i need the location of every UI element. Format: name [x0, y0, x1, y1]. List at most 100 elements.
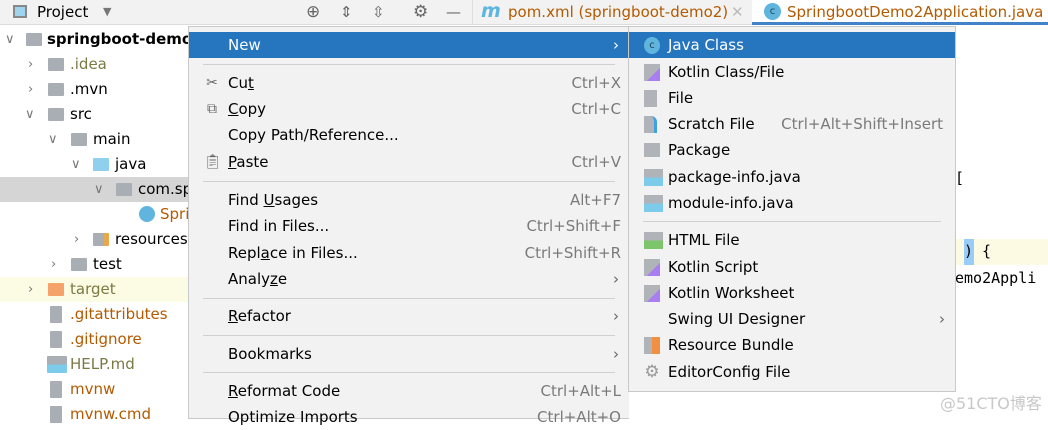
menu-label: Kotlin Script — [668, 258, 759, 276]
package-icon — [644, 143, 660, 157]
submenu-item-package[interactable]: Package — [629, 137, 955, 163]
menu-item-optimize-imports[interactable]: Optimize Imports Ctrl+Alt+O — [189, 404, 629, 430]
tree-item[interactable]: ∨ com.sp — [0, 177, 200, 202]
separator — [203, 335, 615, 336]
submenu-item-resource-bundle[interactable]: Resource Bundle — [629, 332, 955, 358]
html-file-icon — [644, 232, 663, 249]
tree-item[interactable]: mvnw — [0, 377, 200, 402]
submenu-item-kotlin-script[interactable]: Kotlin Script — [629, 254, 955, 280]
tree-label: resources — [115, 230, 188, 248]
submenu-item-package-info[interactable]: package-info.java — [629, 164, 955, 190]
submenu-item-kotlin-class[interactable]: Kotlin Class/File — [629, 59, 955, 85]
project-view-label[interactable]: Project — [37, 2, 88, 22]
menu-item-paste[interactable]: 📋︎ Paste Ctrl+V — [189, 149, 629, 175]
tree-item[interactable]: ∨ springboot-demo2 — [0, 27, 203, 52]
submenu-item-java-class[interactable]: c Java Class — [629, 32, 955, 58]
separator — [643, 221, 941, 222]
expand-all-icon[interactable]: ⇕ — [340, 2, 353, 22]
menu-item-bookmarks[interactable]: Bookmarks › — [189, 341, 629, 367]
tab-application[interactable]: c SpringbootDemo2Application.java — [752, 0, 1048, 25]
shortcut: Ctrl+Alt+O — [537, 408, 621, 426]
submenu-item-module-info[interactable]: module-info.java — [629, 190, 955, 216]
ignore-file-icon — [50, 331, 62, 348]
menu-item-find-in-files[interactable]: Find in Files... Ctrl+Shift+F — [189, 213, 629, 239]
tab-pom[interactable]: m pom.xml (springboot-demo2) ✕ — [472, 0, 750, 25]
submenu-item-scratch-file[interactable]: Scratch File Ctrl+Alt+Shift+Insert — [629, 111, 955, 137]
tree-label: .gitignore — [70, 330, 142, 348]
menu-label: Find — [228, 191, 264, 209]
tree-item[interactable]: HELP.md — [0, 352, 200, 377]
tree-label: target — [70, 280, 116, 298]
menu-item-refactor[interactable]: Refactor › — [189, 303, 629, 329]
tree-item[interactable]: .gitattributes — [0, 302, 200, 327]
menu-label: Resource Bundle — [668, 336, 794, 354]
chevron-right-icon: › — [613, 307, 619, 325]
shortcut: Ctrl+Shift+F — [526, 217, 621, 235]
kotlin-worksheet-icon — [644, 285, 660, 302]
tree-item[interactable]: ∨ main — [0, 127, 200, 152]
tree-label: springboot-demo2 — [47, 30, 203, 48]
menu-label: aste — [236, 153, 269, 171]
menu-label: module-info.java — [668, 194, 794, 212]
menu-item-analyze[interactable]: Analyze › — [189, 266, 629, 292]
menu-label: eformat Code — [237, 382, 341, 400]
tree-label: test — [93, 255, 122, 273]
menu-item-find-usages[interactable]: Find Usages Alt+F7 — [189, 187, 629, 213]
tree-label: src — [70, 105, 92, 123]
shortcut: Alt+F7 — [569, 191, 621, 209]
chevron-down-icon[interactable]: ▼ — [103, 2, 111, 22]
java-file-icon — [644, 195, 663, 212]
menu-label: t — [247, 74, 254, 92]
collapse-all-icon[interactable]: ⇳ — [372, 2, 385, 22]
chevron-right-icon: › — [613, 36, 619, 54]
tree-item[interactable]: › test — [0, 252, 200, 277]
menu-label: e — [277, 270, 288, 288]
tree-item[interactable]: mvnw.cmd — [0, 402, 200, 427]
tree-item[interactable]: › target — [0, 277, 200, 302]
menu-label: Optimize Imports — [228, 408, 358, 426]
submenu-item-swing-ui-designer[interactable]: Swing UI Designer › — [629, 306, 955, 332]
menu-item-copy[interactable]: ⧉ Copy Ctrl+C — [189, 96, 629, 122]
java-class-icon — [139, 206, 155, 222]
tree-label: .mvn — [70, 80, 108, 98]
menu-label: Java Class — [668, 36, 744, 54]
gear-icon[interactable]: ⚙ — [413, 2, 428, 22]
menu-label: Kotlin Worksheet — [668, 284, 795, 302]
menu-label: z — [270, 270, 278, 288]
submenu-item-kotlin-worksheet[interactable]: Kotlin Worksheet — [629, 280, 955, 306]
submenu-item-editorconfig[interactable]: ⚙ EditorConfig File — [629, 359, 955, 385]
folder-icon — [48, 58, 64, 71]
menu-label: package-info.java — [668, 168, 801, 186]
tree-label: main — [93, 130, 131, 148]
tab-label: SpringbootDemo2Application.java — [787, 3, 1044, 21]
close-icon[interactable]: ✕ — [731, 2, 744, 22]
tree-item[interactable]: › .mvn — [0, 77, 200, 102]
submenu-item-html-file[interactable]: HTML File — [629, 227, 955, 253]
shortcut: Ctrl+Shift+R — [524, 244, 621, 262]
menu-item-reformat-code[interactable]: Reformat Code Ctrl+Alt+L — [189, 378, 629, 404]
tree-item[interactable]: .gitignore — [0, 327, 200, 352]
menu-item-new[interactable]: New › — [189, 32, 629, 58]
kotlin-file-icon — [644, 64, 660, 81]
tree-item[interactable]: ∨ java — [0, 152, 200, 177]
scratch-file-icon — [644, 116, 657, 133]
maven-icon: m — [481, 0, 501, 22]
menu-label: opy — [238, 100, 267, 118]
hide-icon[interactable]: — — [446, 2, 461, 22]
menu-item-copy-path[interactable]: Copy Path/Reference... — [189, 122, 629, 148]
menu-label: sages — [274, 191, 319, 209]
tree-item[interactable]: › .idea — [0, 52, 200, 77]
menu-label: Swing UI Designer — [668, 310, 806, 328]
tree-item[interactable]: › resources — [0, 227, 200, 252]
tree-item[interactable]: Spri — [0, 202, 200, 227]
tree-label: com.sp — [138, 180, 193, 198]
submenu-item-file[interactable]: File — [629, 85, 955, 111]
menu-item-cut[interactable]: ✂ Cut Ctrl+X — [189, 70, 629, 96]
menu-label: Analy — [228, 270, 271, 288]
tree-label: mvnw.cmd — [70, 405, 152, 423]
locate-icon[interactable]: ⊕ — [306, 2, 320, 22]
tree-item[interactable]: ∨ src — [0, 102, 200, 127]
menu-item-replace-in-files[interactable]: Replace in Files... Ctrl+Shift+R — [189, 240, 629, 266]
folder-icon — [48, 83, 64, 96]
text-file-icon — [50, 306, 62, 323]
